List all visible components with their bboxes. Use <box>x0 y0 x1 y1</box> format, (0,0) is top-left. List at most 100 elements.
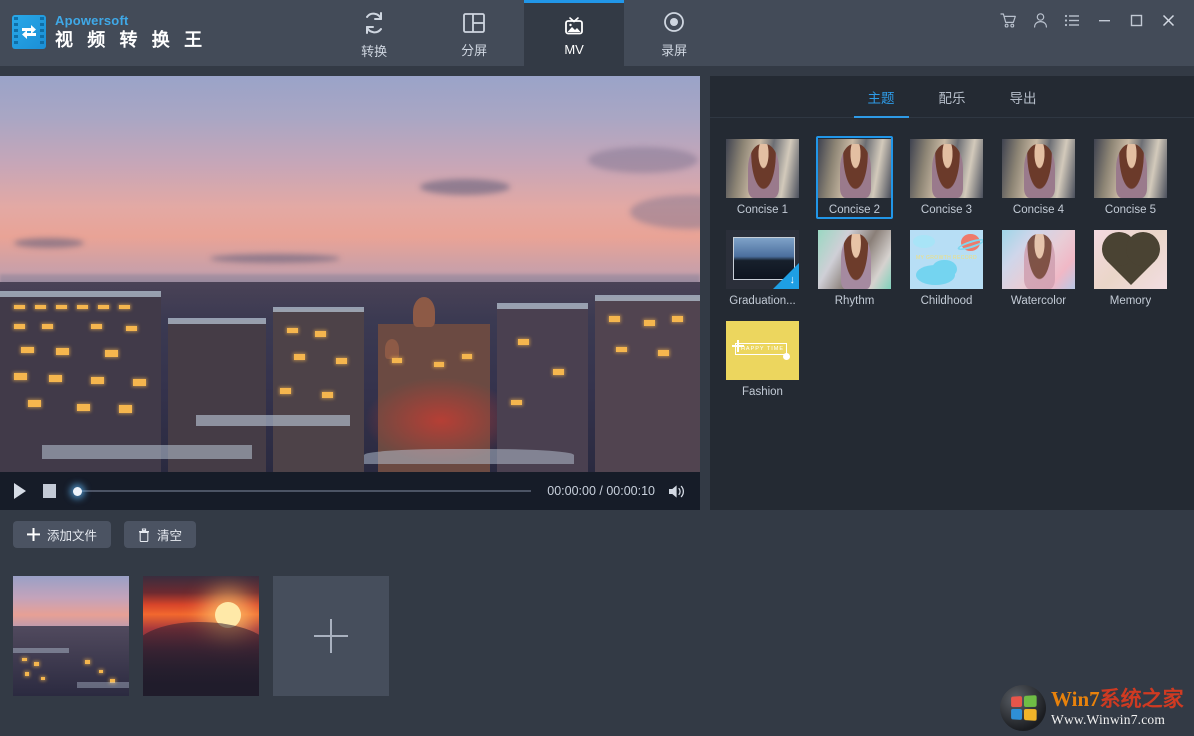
tab-soundtrack-label: 配乐 <box>939 87 966 107</box>
cart-icon[interactable] <box>992 4 1024 36</box>
watermark-cn: 系统之家 <box>1100 687 1184 711</box>
account-icon[interactable] <box>1024 4 1056 36</box>
trash-icon <box>138 528 150 542</box>
minimize-button[interactable] <box>1088 4 1120 36</box>
theme-item-rhythm[interactable]: Rhythm <box>816 227 893 310</box>
theme-thumbnail <box>1094 230 1167 289</box>
play-button[interactable] <box>14 483 43 499</box>
tab-theme-label: 主题 <box>868 87 895 107</box>
file-action-bar: 添加文件 清空 <box>13 521 196 548</box>
theme-item-concise-5[interactable]: Concise 5 <box>1092 136 1169 219</box>
theme-art-text: HAPPY TIME <box>741 346 784 352</box>
tab-soundtrack[interactable]: 配乐 <box>935 76 970 118</box>
plus-icon <box>27 528 40 541</box>
theme-thumbnail: ↓ <box>726 230 799 289</box>
theme-label: Concise 3 <box>921 204 972 216</box>
video-preview-area: 00:00:00 / 00:00:10 <box>0 76 700 510</box>
tab-splitscreen-label: 分屏 <box>461 40 487 59</box>
theme-label: Fashion <box>742 386 783 398</box>
theme-thumbnail <box>1094 139 1167 198</box>
theme-label: Concise 5 <box>1105 204 1156 216</box>
brand-subtitle: 视 频 转 换 王 <box>55 32 206 50</box>
theme-item-childhood[interactable]: MY GROWTH RECORD Childhood <box>908 227 985 310</box>
clip-thumbnail-city-sunset[interactable] <box>13 576 129 696</box>
theme-label: Watercolor <box>1011 295 1066 307</box>
theme-label: Rhythm <box>835 295 875 307</box>
theme-grid: Concise 1 Concise 2 Concise 3 Concise 4 … <box>710 118 1194 401</box>
theme-thumbnail <box>1002 230 1075 289</box>
tab-export-label: 导出 <box>1010 87 1037 107</box>
theme-item-watercolor[interactable]: Watercolor <box>1000 227 1077 310</box>
film-convert-icon <box>12 15 46 49</box>
player-controls: 00:00:00 / 00:00:10 <box>0 472 700 510</box>
tab-export[interactable]: 导出 <box>1006 76 1041 118</box>
tab-record[interactable]: 录屏 <box>624 0 724 66</box>
preview-cityscape <box>0 282 700 472</box>
theme-item-concise-4[interactable]: Concise 4 <box>1000 136 1077 219</box>
title-bar: Apowersoft 视 频 转 换 王 转换 分屏 <box>0 0 1194 66</box>
theme-item-concise-3[interactable]: Concise 3 <box>908 136 985 219</box>
theme-item-memory[interactable]: Memory <box>1092 227 1169 310</box>
tab-theme[interactable]: 主题 <box>864 76 899 118</box>
tab-mv-label: MV <box>564 42 584 57</box>
theme-label: Concise 1 <box>737 204 788 216</box>
record-circle-icon <box>661 11 687 35</box>
theme-label: Concise 4 <box>1013 204 1064 216</box>
theme-label: Childhood <box>921 295 973 307</box>
windows-logo-icon <box>1000 685 1046 731</box>
theme-thumbnail <box>1002 139 1075 198</box>
theme-thumbnail <box>726 139 799 198</box>
watermark-url: Www.Winwin7.com <box>1051 713 1184 727</box>
tab-record-label: 录屏 <box>661 40 687 59</box>
stop-button[interactable] <box>43 484 71 498</box>
download-badge[interactable] <box>773 263 799 289</box>
add-file-button[interactable]: 添加文件 <box>13 521 111 548</box>
timecode-display: 00:00:00 / 00:00:10 <box>547 484 655 498</box>
theme-panel-tabs: 主题 配乐 导出 <box>710 76 1194 118</box>
plus-icon <box>314 619 348 653</box>
maximize-button[interactable] <box>1120 4 1152 36</box>
main-nav-tabs: 转换 分屏 MV 录屏 <box>324 0 724 66</box>
add-file-label: 添加文件 <box>47 525 97 544</box>
tab-convert-label: 转换 <box>361 41 387 60</box>
theme-item-concise-1[interactable]: Concise 1 <box>724 136 801 219</box>
theme-item-graduation[interactable]: ↓ Graduation... <box>724 227 801 310</box>
tv-mv-icon <box>561 13 587 37</box>
brand-name: Apowersoft <box>55 14 206 27</box>
add-clip-slot[interactable] <box>273 576 389 696</box>
speaker-icon[interactable] <box>667 483 686 500</box>
theme-label: Concise 2 <box>829 204 880 216</box>
theme-item-concise-2[interactable]: Concise 2 <box>816 136 893 219</box>
theme-thumbnail <box>818 230 891 289</box>
theme-item-fashion[interactable]: HAPPY TIME Fashion <box>724 318 801 401</box>
progress-slider[interactable] <box>71 484 531 498</box>
theme-panel: 主题 配乐 导出 Concise 1 Concise 2 Concise 3 C… <box>710 76 1194 510</box>
watermark-seven: 7 <box>1089 687 1100 711</box>
progress-handle[interactable] <box>73 487 82 496</box>
progress-track <box>79 490 531 492</box>
window-controls <box>992 0 1194 40</box>
refresh-convert-icon <box>361 10 387 36</box>
split-screen-icon <box>461 11 487 35</box>
clip-thumbnail-mountain-sunset[interactable] <box>143 576 259 696</box>
theme-thumbnail <box>818 139 891 198</box>
site-watermark: Win7系统之家 Www.Winwin7.com <box>1000 682 1192 734</box>
preview-frame-image <box>0 76 700 472</box>
clear-label: 清空 <box>157 525 182 544</box>
close-button[interactable] <box>1152 4 1184 36</box>
theme-art-text: MY GROWTH RECORD <box>916 255 977 261</box>
theme-thumbnail: HAPPY TIME <box>726 321 799 380</box>
clear-button[interactable]: 清空 <box>124 521 196 548</box>
theme-label: Memory <box>1110 295 1152 307</box>
clip-filmstrip <box>13 576 389 696</box>
theme-thumbnail: MY GROWTH RECORD <box>910 230 983 289</box>
tab-splitscreen[interactable]: 分屏 <box>424 0 524 66</box>
theme-thumbnail <box>910 139 983 198</box>
tab-convert[interactable]: 转换 <box>324 0 424 66</box>
tab-mv[interactable]: MV <box>524 0 624 66</box>
download-arrow-icon: ↓ <box>790 275 796 286</box>
menu-list-icon[interactable] <box>1056 4 1088 36</box>
watermark-title: Win7系统之家 <box>1051 689 1184 710</box>
watermark-win: Win <box>1051 687 1089 711</box>
theme-label: Graduation... <box>729 295 795 307</box>
